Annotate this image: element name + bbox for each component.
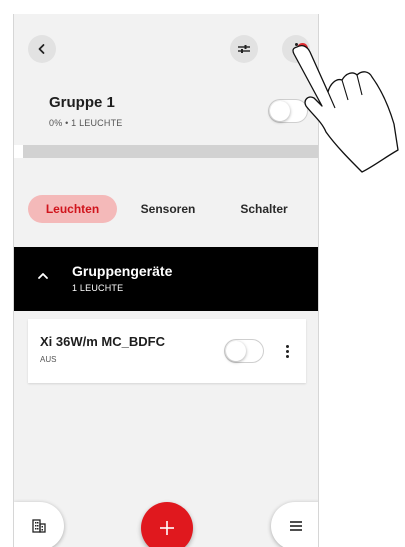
- brightness-bar[interactable]: [14, 145, 318, 158]
- tab-schalter[interactable]: Schalter: [228, 195, 300, 223]
- app-screen: Gruppe 1 0% • 1 LEUCHTE Leuchten Sensore…: [13, 14, 319, 547]
- sliders-icon: [238, 45, 250, 53]
- building-button[interactable]: [14, 502, 64, 547]
- menu-button[interactable]: [271, 502, 318, 547]
- add-button[interactable]: [141, 502, 193, 547]
- device-name: Xi 36W/m MC_BDFC: [40, 334, 165, 349]
- tab-bar: Leuchten Sensoren Schalter: [14, 195, 318, 223]
- chevron-up-icon: [38, 273, 48, 279]
- group-devices-title: Gruppengeräte: [72, 263, 173, 279]
- device-card[interactable]: Xi 36W/m MC_BDFC AUS: [28, 319, 306, 383]
- chevron-left-icon: [38, 44, 45, 54]
- group-subtitle: 0% • 1 LEUCHTE: [49, 118, 123, 128]
- group-title: Gruppe 1: [49, 94, 115, 111]
- device-status: AUS: [40, 355, 57, 364]
- device-power-toggle[interactable]: [224, 339, 264, 363]
- device-more-button[interactable]: [280, 341, 294, 361]
- toggle-knob: [270, 101, 290, 121]
- hand-pointer-icon: [292, 45, 399, 173]
- menu-icon: [290, 521, 302, 531]
- building-icon: [32, 519, 46, 533]
- plus-icon: [160, 521, 174, 535]
- toggle-knob: [226, 341, 246, 361]
- tab-sensoren[interactable]: Sensoren: [132, 195, 204, 223]
- tab-leuchten[interactable]: Leuchten: [28, 195, 117, 223]
- filter-button[interactable]: [230, 35, 258, 63]
- back-button[interactable]: [28, 35, 56, 63]
- group-devices-subtitle: 1 LEUCHTE: [72, 283, 124, 293]
- brightness-bar-fill: [14, 145, 23, 158]
- group-devices-header[interactable]: Gruppengeräte 1 LEUCHTE: [14, 247, 318, 311]
